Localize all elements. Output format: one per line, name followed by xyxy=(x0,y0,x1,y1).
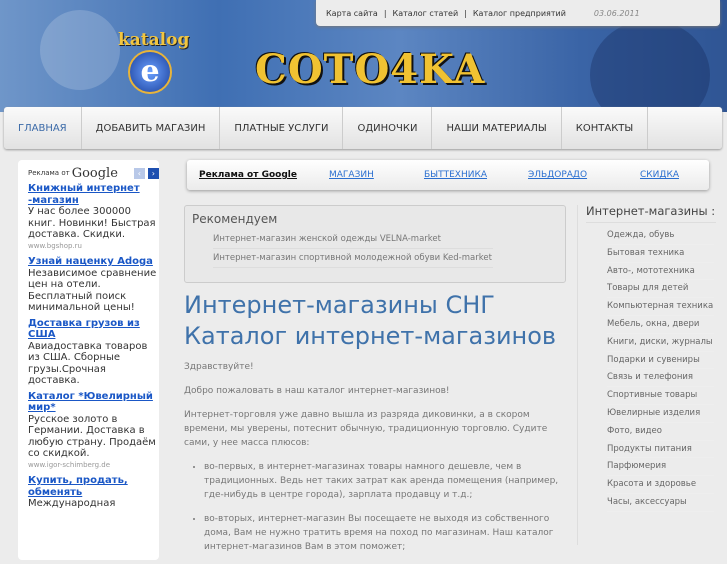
ad-title[interactable]: Узнай наценку Adoga xyxy=(28,256,159,268)
category-link[interactable]: Компьютерная техника xyxy=(607,298,714,316)
recommend-link[interactable]: Интернет-магазин спортивной молодежной о… xyxy=(213,253,493,268)
nav-contacts[interactable]: КОНТАКТЫ xyxy=(562,107,649,149)
nav-paid-services[interactable]: ПЛАТНЫЕ УСЛУГИ xyxy=(220,107,344,149)
ad-link-appliances[interactable]: БЫТТЕХНИКА xyxy=(424,170,487,180)
recommend-title: Рекомендуем xyxy=(192,212,278,226)
title-line: Интернет-магазины СНГ xyxy=(184,291,495,319)
ad-text: Русское золото в Германии. Доставка в лю… xyxy=(28,413,156,460)
greeting: Здравствуйте! xyxy=(184,362,254,372)
category-link[interactable]: Товары для детей xyxy=(607,280,714,299)
ads-label: Реклама от xyxy=(28,168,70,177)
logo-text: katalog xyxy=(118,30,190,50)
category-link[interactable]: Книги, диски, журналы xyxy=(607,334,714,352)
ad-text: Независимое сравнение цен на отели. Бесп… xyxy=(28,267,157,314)
category-link[interactable]: Парфюмерия xyxy=(607,458,714,477)
ad-link-discount[interactable]: СКИДКА xyxy=(640,170,679,180)
ad-title[interactable]: Книжный интернет -магазин xyxy=(28,183,159,206)
category-link[interactable]: Красота и здоровье xyxy=(607,476,714,494)
ad-item: Купить, продать, обменять Международная xyxy=(28,475,159,510)
category-link[interactable]: Часы, аксессуары xyxy=(607,494,714,512)
logo-e-icon: e xyxy=(128,50,172,94)
ad-item: Доставка грузов из США Авиадоставка товар… xyxy=(28,318,159,387)
nav-materials[interactable]: НАШИ МАТЕРИАЛЫ xyxy=(432,107,562,149)
sitemap-link[interactable]: Карта сайта xyxy=(326,9,378,18)
recommend-link[interactable]: Интернет-магазин женской одежды VELNA-ma… xyxy=(213,234,493,249)
ad-title[interactable]: Купить, продать, обменять xyxy=(28,475,159,498)
category-link[interactable]: Одежда, обувь xyxy=(607,227,714,245)
google-logo: Google xyxy=(71,166,118,181)
ad-title[interactable]: Каталог *Ювелирный мир* xyxy=(28,391,159,414)
logo[interactable]: katalog e xyxy=(118,30,190,94)
left-ads-sidebar: Реклама от Google ‹ › Книжный интернет -м… xyxy=(18,160,159,560)
welcome-text: Добро пожаловать в наш каталог интернет-… xyxy=(184,386,450,396)
separator: | xyxy=(383,8,387,18)
main-nav: ГЛАВНАЯ ДОБАВИТЬ МАГАЗИН ПЛАТНЫЕ УСЛУГИ … xyxy=(4,107,722,149)
recommend-box: Рекомендуем Интернет-магазин женской оде… xyxy=(184,205,566,283)
top-links: Карта сайта | Каталог статей | Каталог пре… xyxy=(316,0,720,26)
articles-catalog-link[interactable]: Каталог статей xyxy=(393,9,459,18)
category-link[interactable]: Продукты питания xyxy=(607,441,714,459)
ad-text: У нас более 300000 книг. Новинки! Быстра… xyxy=(28,206,156,240)
prev-arrow-icon[interactable]: ‹ xyxy=(133,168,145,179)
ad-title[interactable]: Доставка грузов из США xyxy=(28,318,159,341)
site-title: COTO4KA xyxy=(255,46,486,93)
intro-text: Интернет-торговля уже давно вышла из раз… xyxy=(184,410,548,448)
page-title: Интернет-магазины СНГ Каталог интернет-ма… xyxy=(184,290,569,352)
next-arrow-icon[interactable]: › xyxy=(147,168,159,179)
separator: | xyxy=(464,8,467,18)
ad-link-shop[interactable]: МАГАЗИН xyxy=(329,170,374,180)
ad-link-eldorado[interactable]: ЭЛЬДОРАДО xyxy=(528,170,587,180)
ad-item: Узнай наценку Adoga Независимое сравнение… xyxy=(28,256,159,314)
title-line: Каталог интернет-магазинов xyxy=(184,322,557,350)
nav-home[interactable]: ГЛАВНАЯ xyxy=(4,107,82,149)
category-link[interactable]: Связь и телефония xyxy=(607,369,714,388)
ad-url[interactable]: www.bgshop.ru xyxy=(28,241,159,253)
benefit-item: во-вторых, интернет-магазин Вы посещаете… xyxy=(204,512,569,554)
google-ads-label[interactable]: Реклама от Google xyxy=(199,170,297,180)
ad-url[interactable]: www.igor-schimberg.de xyxy=(28,460,159,472)
category-link[interactable]: Подарки и сувениры xyxy=(607,352,714,370)
benefit-item: во-первых, в интернет-магазинах товары н… xyxy=(204,460,569,502)
category-link[interactable]: Спортивные товары xyxy=(607,387,714,405)
category-link[interactable]: Бытовая техника xyxy=(607,245,714,263)
ad-item: Каталог *Ювелирный мир* Русское золото в … xyxy=(28,391,159,472)
companies-catalog-link[interactable]: Каталог предприятий xyxy=(473,9,566,18)
ad-item: Книжный интернет -магазин У нас более 300… xyxy=(28,183,159,252)
nav-singles[interactable]: ОДИНОЧКИ xyxy=(343,107,433,149)
ad-text: Авиадоставка товаров из США. Сборные гру… xyxy=(28,340,148,387)
category-link[interactable]: Фото, видео xyxy=(607,423,714,441)
main-content: Интернет-магазины СНГ Каталог интернет-ма… xyxy=(184,290,569,564)
google-link-bar: Реклама от Google МАГАЗИН БЫТТЕХНИКА ЭЛЬ… xyxy=(187,160,709,190)
category-link[interactable]: Авто-, мототехника xyxy=(607,263,714,281)
categories-title: Интернет-магазины : xyxy=(586,205,716,223)
nav-add-shop[interactable]: ДОБАВИТЬ МАГАЗИН xyxy=(82,107,221,149)
ad-text: Международная xyxy=(28,498,116,509)
categories-sidebar: Интернет-магазины : Одежда, обувь Бытовая… xyxy=(577,205,720,545)
date: 03.06.2011 xyxy=(593,8,640,18)
category-link[interactable]: Мебель, окна, двери xyxy=(607,316,714,334)
category-link[interactable]: Ювелирные изделия xyxy=(607,405,714,423)
